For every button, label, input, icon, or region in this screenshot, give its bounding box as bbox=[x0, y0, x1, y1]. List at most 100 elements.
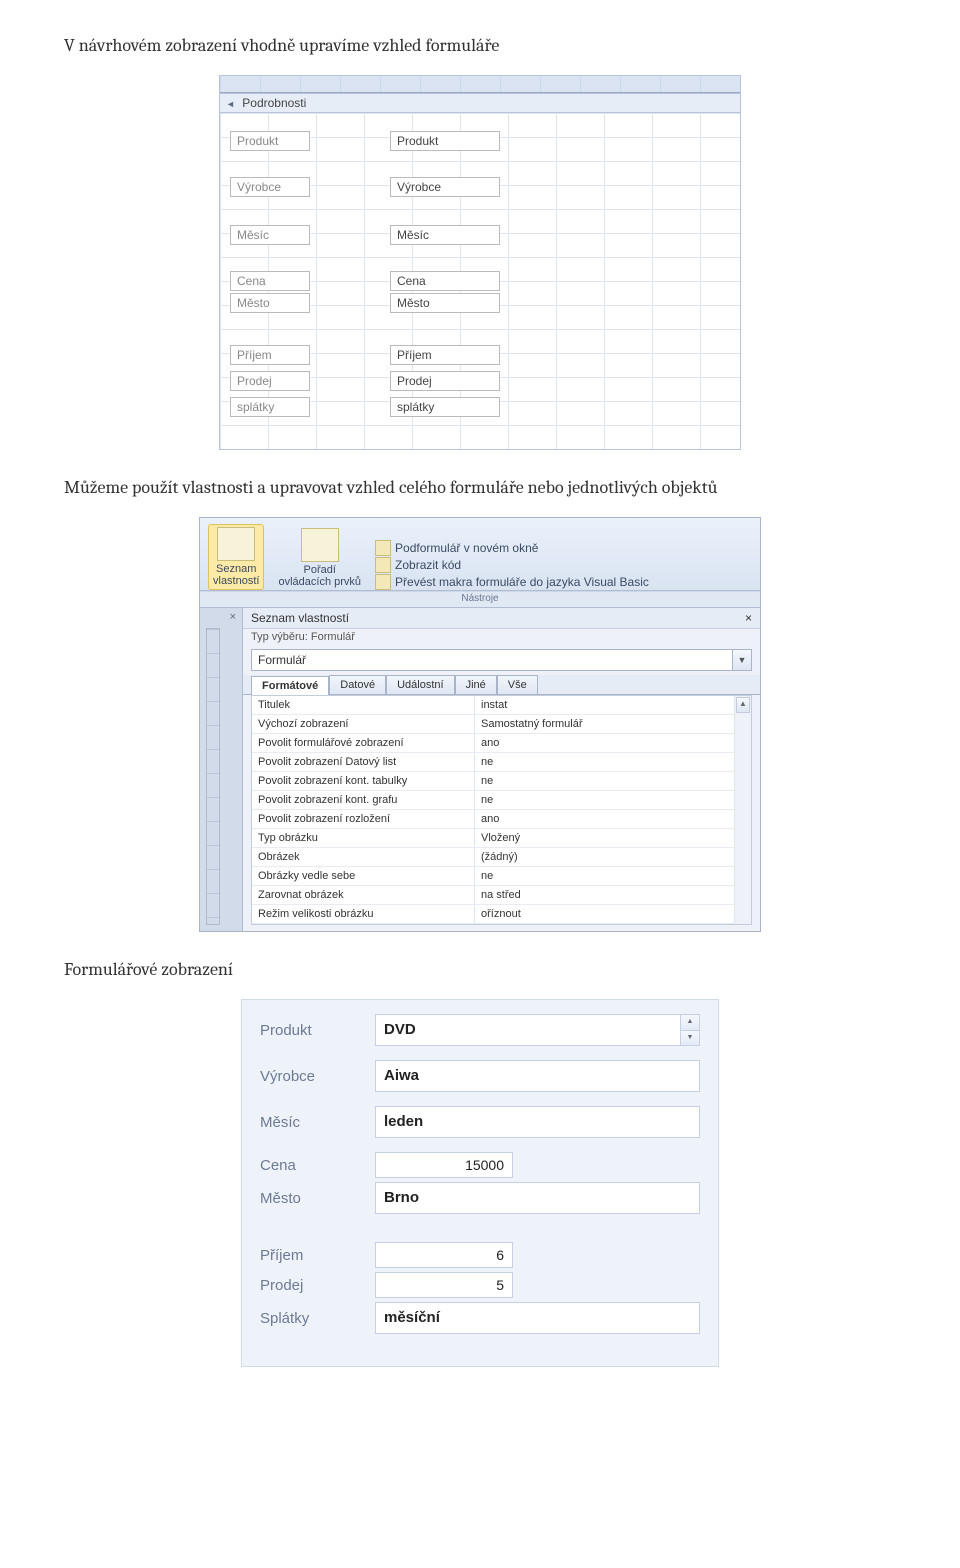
property-value[interactable]: (žádný) bbox=[475, 848, 751, 866]
property-name: Výchozí zobrazení bbox=[252, 715, 475, 733]
scroll-up-icon[interactable]: ▲ bbox=[736, 697, 750, 713]
design-label[interactable]: Příjem bbox=[230, 345, 310, 365]
property-row[interactable]: Výchozí zobrazeníSamostatný formulář bbox=[252, 715, 751, 734]
property-value[interactable]: ne bbox=[475, 753, 751, 771]
ribbon-button-tab-order[interactable]: Pořadí ovládacích prvků bbox=[274, 526, 365, 590]
property-value[interactable]: ne bbox=[475, 791, 751, 809]
design-label[interactable]: Výrobce bbox=[230, 177, 310, 197]
form-input[interactable]: 15000 bbox=[375, 1152, 513, 1178]
ribbon-item-convert-macros[interactable]: Převést makra formuláře do jazyka Visual… bbox=[375, 574, 649, 590]
screenshot-property-sheet: Seznam vlastností Pořadí ovládacích prvk… bbox=[199, 517, 761, 932]
property-value[interactable]: instat bbox=[475, 696, 751, 714]
design-field[interactable]: splátky bbox=[390, 397, 500, 417]
property-name: Titulek bbox=[252, 696, 475, 714]
property-object-select[interactable]: Formulář ▼ bbox=[251, 649, 752, 671]
form-label: Město bbox=[260, 1190, 375, 1207]
property-tab[interactable]: Datové bbox=[329, 675, 386, 694]
design-label[interactable]: Prodej bbox=[230, 371, 310, 391]
property-name: Povolit zobrazení rozložení bbox=[252, 810, 475, 828]
property-tab[interactable]: Jiné bbox=[455, 675, 497, 694]
form-input[interactable]: 6 bbox=[375, 1242, 513, 1268]
property-tab[interactable]: Vše bbox=[497, 675, 538, 694]
property-row[interactable]: Titulekinstat bbox=[252, 696, 751, 715]
tab-order-icon bbox=[301, 528, 339, 562]
form-row: Cena15000 bbox=[260, 1152, 700, 1178]
close-icon[interactable]: × bbox=[230, 611, 236, 623]
spinner[interactable]: ▲▼ bbox=[680, 1015, 699, 1045]
property-value[interactable]: ne bbox=[475, 772, 751, 790]
form-input[interactable]: měsíční bbox=[375, 1302, 700, 1334]
form-input[interactable]: DVD▲▼ bbox=[375, 1014, 700, 1046]
property-value[interactable]: oříznout bbox=[475, 905, 751, 923]
form-row: ProduktDVD▲▼ bbox=[260, 1014, 700, 1046]
ribbon: Seznam vlastností Pořadí ovládacích prvk… bbox=[200, 518, 760, 591]
property-tab[interactable]: Událostní bbox=[386, 675, 454, 694]
property-name: Obrázek bbox=[252, 848, 475, 866]
form-input[interactable]: Aiwa bbox=[375, 1060, 700, 1092]
property-row[interactable]: Povolit formulářové zobrazeníano bbox=[252, 734, 751, 753]
ribbon-item-subform[interactable]: Podformulář v novém okně bbox=[375, 540, 649, 556]
form-label: Měsíc bbox=[260, 1114, 375, 1131]
vertical-ruler bbox=[206, 628, 220, 925]
screenshot-design-view: Podrobnosti Produkt Produkt Výrobce Výrobce… bbox=[219, 75, 741, 450]
close-icon[interactable]: × bbox=[745, 611, 752, 625]
ribbon-btn-label: ovládacích prvků bbox=[278, 576, 361, 588]
form-label: Příjem bbox=[260, 1247, 375, 1264]
design-field[interactable]: Cena bbox=[390, 271, 500, 291]
property-row[interactable]: Typ obrázkuVložený bbox=[252, 829, 751, 848]
chevron-down-icon[interactable]: ▼ bbox=[681, 1031, 699, 1046]
form-label: Splátky bbox=[260, 1310, 375, 1327]
tool-area: × Seznam vlastností × Typ výběru: Formul… bbox=[200, 607, 760, 931]
section-header-bar[interactable]: Podrobnosti bbox=[220, 93, 740, 113]
property-value[interactable]: Samostatný formulář bbox=[475, 715, 751, 733]
form-label: Prodej bbox=[260, 1277, 375, 1294]
property-value[interactable]: na střed bbox=[475, 886, 751, 904]
property-row[interactable]: Obrázek(žádný) bbox=[252, 848, 751, 867]
property-tab[interactable]: Formátové bbox=[251, 676, 329, 695]
ribbon-stack: Podformulář v novém okně Zobrazit kód Př… bbox=[375, 540, 649, 590]
property-row[interactable]: Obrázky vedle sebene bbox=[252, 867, 751, 886]
design-label[interactable]: splátky bbox=[230, 397, 310, 417]
property-value[interactable]: ano bbox=[475, 734, 751, 752]
property-row[interactable]: Povolit zobrazení rozloženíano bbox=[252, 810, 751, 829]
design-label[interactable]: Město bbox=[230, 293, 310, 313]
design-field[interactable]: Prodej bbox=[390, 371, 500, 391]
property-row[interactable]: Režim velikosti obrázkuoříznout bbox=[252, 905, 751, 924]
form-row: Měsícleden bbox=[260, 1106, 700, 1138]
design-field[interactable]: Město bbox=[390, 293, 500, 313]
chevron-down-icon[interactable]: ▼ bbox=[732, 650, 751, 670]
form-input[interactable]: Brno bbox=[375, 1182, 700, 1214]
design-field[interactable]: Příjem bbox=[390, 345, 500, 365]
form-row: Příjem6 bbox=[260, 1242, 700, 1268]
design-label[interactable]: Produkt bbox=[230, 131, 310, 151]
ribbon-btn-label: Pořadí bbox=[278, 564, 361, 576]
property-name: Typ obrázku bbox=[252, 829, 475, 847]
property-value[interactable]: Vložený bbox=[475, 829, 751, 847]
property-tabs: FormátovéDatovéUdálostníJinéVše bbox=[243, 675, 760, 695]
ribbon-item-label: Zobrazit kód bbox=[395, 558, 461, 572]
property-row[interactable]: Povolit zobrazení kont. tabulkyne bbox=[252, 772, 751, 791]
ribbon-item-view-code[interactable]: Zobrazit kód bbox=[375, 557, 649, 573]
scrollbar[interactable]: ▲ bbox=[734, 696, 751, 924]
property-name: Povolit zobrazení kont. tabulky bbox=[252, 772, 475, 790]
design-label[interactable]: Cena bbox=[230, 271, 310, 291]
ribbon-btn-label: Seznam bbox=[213, 563, 259, 575]
property-row[interactable]: Povolit zobrazení Datový listne bbox=[252, 753, 751, 772]
property-sheet: Seznam vlastností × Typ výběru: Formulář… bbox=[243, 608, 760, 931]
design-label[interactable]: Měsíc bbox=[230, 225, 310, 245]
chevron-up-icon[interactable]: ▲ bbox=[681, 1015, 699, 1031]
design-field[interactable]: Produkt bbox=[390, 131, 500, 151]
property-sheet-title-bar: Seznam vlastností × bbox=[243, 608, 760, 629]
property-value[interactable]: ne bbox=[475, 867, 751, 885]
property-value[interactable]: ano bbox=[475, 810, 751, 828]
property-row[interactable]: Zarovnat obrázekna střed bbox=[252, 886, 751, 905]
form-input[interactable]: 5 bbox=[375, 1272, 513, 1298]
ribbon-item-label: Podformulář v novém okně bbox=[395, 541, 538, 555]
paragraph-1: V návrhovém zobrazení vhodně upravíme vz… bbox=[64, 32, 896, 59]
left-rail: × bbox=[200, 608, 243, 931]
design-field[interactable]: Výrobce bbox=[390, 177, 500, 197]
property-row[interactable]: Povolit zobrazení kont. grafune bbox=[252, 791, 751, 810]
form-input[interactable]: leden bbox=[375, 1106, 700, 1138]
design-field[interactable]: Měsíc bbox=[390, 225, 500, 245]
ribbon-button-property-sheet[interactable]: Seznam vlastností bbox=[208, 524, 264, 590]
